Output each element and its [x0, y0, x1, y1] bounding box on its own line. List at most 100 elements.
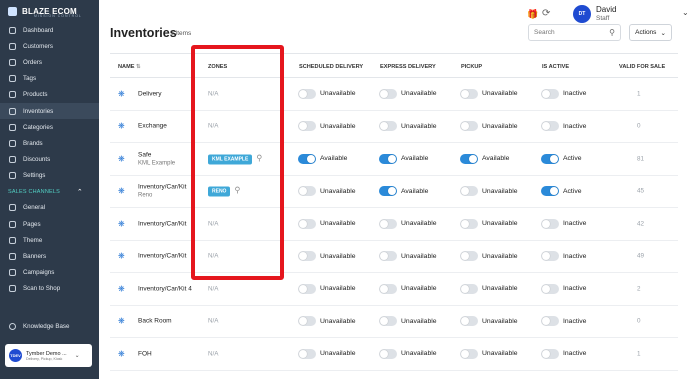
toggle-switch[interactable] — [298, 218, 316, 229]
sidebar-item-orders[interactable]: Orders — [0, 54, 99, 70]
express-delivery-toggle[interactable]: Unavailable — [379, 218, 437, 229]
toggle-switch[interactable] — [541, 121, 559, 132]
toggle-switch[interactable] — [460, 283, 478, 294]
pickup-toggle[interactable]: Unavailable — [460, 251, 518, 262]
inventory-name-cell[interactable]: Exchange — [138, 123, 167, 130]
sidebar-item-categories[interactable]: Categories — [0, 119, 99, 135]
toggle-switch[interactable] — [379, 88, 397, 99]
table-row[interactable]: ❋ Back Room N/A Unavailable Unavailable Unava… — [110, 306, 678, 338]
express-delivery-toggle[interactable]: Unavailable — [379, 348, 437, 359]
chevron-down-icon[interactable]: ⌄ — [682, 8, 688, 17]
search-input[interactable] — [534, 29, 604, 36]
is-active-toggle[interactable]: Inactive — [541, 218, 586, 229]
express-delivery-toggle[interactable]: Unavailable — [379, 251, 437, 262]
search-icon[interactable]: ⚲ — [609, 28, 615, 37]
scheduled-delivery-toggle[interactable]: Unavailable — [298, 121, 356, 132]
sales-channels-header[interactable]: SALES CHANNELS ⌃ — [0, 184, 99, 200]
inventory-name[interactable]: Inventory/Car/Kit — [138, 220, 186, 227]
is-active-toggle[interactable]: Inactive — [541, 348, 586, 359]
brand[interactable]: BLAZE ECOM MISSION CONTROL — [0, 0, 99, 22]
sidebar-item-general[interactable]: General — [0, 200, 99, 216]
express-delivery-toggle[interactable]: Unavailable — [379, 316, 437, 327]
org-switcher[interactable]: TDEV Tymber Demo ... Delivery, Pickup, K… — [5, 344, 92, 367]
actions-button[interactable]: Actions ⌄ — [629, 24, 672, 41]
toggle-switch[interactable] — [379, 348, 397, 359]
inventory-name[interactable]: Inventory/Car/Kit — [138, 184, 186, 191]
toggle-switch[interactable] — [460, 218, 478, 229]
toggle-switch[interactable] — [298, 251, 316, 262]
toggle-switch[interactable] — [460, 186, 478, 197]
toggle-switch[interactable] — [298, 88, 316, 99]
toggle-switch[interactable] — [541, 316, 559, 327]
is-active-toggle[interactable]: Inactive — [541, 251, 586, 262]
sidebar-item-customers[interactable]: Customers — [0, 38, 99, 54]
sidebar-item-inventories[interactable]: Inventories — [0, 102, 99, 120]
toggle-switch[interactable] — [298, 153, 316, 164]
scheduled-delivery-toggle[interactable]: Unavailable — [298, 88, 356, 99]
chevron-up-icon[interactable]: ⌃ — [77, 188, 83, 196]
toggle-switch[interactable] — [541, 348, 559, 359]
inventory-name-cell[interactable]: Inventory/Car/Kit — [138, 220, 186, 227]
inventory-name[interactable]: FOH — [138, 350, 152, 357]
toggle-switch[interactable] — [298, 186, 316, 197]
toggle-switch[interactable] — [460, 153, 478, 164]
is-active-toggle[interactable]: Inactive — [541, 283, 586, 294]
toggle-switch[interactable] — [379, 316, 397, 327]
scheduled-delivery-toggle[interactable]: Unavailable — [298, 316, 356, 327]
toggle-switch[interactable] — [460, 251, 478, 262]
sidebar-item-banners[interactable]: Banners — [0, 248, 99, 264]
express-delivery-toggle[interactable]: Unavailable — [379, 121, 437, 132]
sidebar-item-tags[interactable]: Tags — [0, 71, 99, 87]
scheduled-delivery-toggle[interactable]: Unavailable — [298, 283, 356, 294]
toggle-switch[interactable] — [298, 121, 316, 132]
is-active-toggle[interactable]: Inactive — [541, 316, 586, 327]
toggle-switch[interactable] — [541, 88, 559, 99]
user-name[interactable]: David — [596, 5, 616, 14]
toggle-switch[interactable] — [541, 251, 559, 262]
toggle-switch[interactable] — [460, 88, 478, 99]
toggle-switch[interactable] — [541, 186, 559, 197]
sidebar-item-discounts[interactable]: Discounts — [0, 152, 99, 168]
toggle-switch[interactable] — [298, 283, 316, 294]
toggle-switch[interactable] — [379, 283, 397, 294]
pickup-toggle[interactable]: Unavailable — [460, 348, 518, 359]
sidebar-item-dashboard[interactable]: Dashboard — [0, 22, 99, 38]
table-row[interactable]: ❋ FOH N/A Unavailable Unavailable Unavailable… — [110, 338, 678, 371]
is-active-toggle[interactable]: Inactive — [541, 121, 586, 132]
pickup-toggle[interactable]: Available — [460, 153, 509, 164]
scheduled-delivery-toggle[interactable]: Unavailable — [298, 186, 356, 197]
inventory-name[interactable]: Safe — [138, 151, 175, 158]
sort-icon[interactable]: ⇅ — [136, 64, 141, 70]
inventory-name[interactable]: Inventory/Car/Kit 4 — [138, 285, 192, 292]
sidebar-item-pages[interactable]: Pages — [0, 216, 99, 232]
sidebar-item-settings[interactable]: Settings — [0, 168, 99, 184]
express-delivery-toggle[interactable]: Unavailable — [379, 88, 437, 99]
toggle-switch[interactable] — [379, 186, 397, 197]
search-box[interactable]: ⚲ — [528, 24, 621, 41]
pickup-toggle[interactable]: Unavailable — [460, 283, 518, 294]
scheduled-delivery-toggle[interactable]: Unavailable — [298, 251, 356, 262]
inventory-name-cell[interactable]: FOH — [138, 350, 152, 357]
pickup-toggle[interactable]: Unavailable — [460, 186, 518, 197]
is-active-toggle[interactable]: Active — [541, 153, 582, 164]
scheduled-delivery-toggle[interactable]: Available — [298, 153, 347, 164]
inventory-name[interactable]: Exchange — [138, 123, 167, 130]
inventory-name[interactable]: Delivery — [138, 90, 161, 97]
inventory-name-cell[interactable]: Back Room — [138, 318, 172, 325]
express-delivery-toggle[interactable]: Unavailable — [379, 283, 437, 294]
toggle-switch[interactable] — [298, 316, 316, 327]
toggle-switch[interactable] — [379, 153, 397, 164]
toggle-switch[interactable] — [541, 218, 559, 229]
pickup-toggle[interactable]: Unavailable — [460, 218, 518, 229]
inventory-name[interactable]: Inventory/Car/Kit — [138, 253, 186, 260]
toggle-switch[interactable] — [541, 283, 559, 294]
refresh-icon[interactable]: ⟳ — [542, 8, 550, 19]
toggle-switch[interactable] — [298, 348, 316, 359]
express-delivery-toggle[interactable]: Available — [379, 153, 428, 164]
sidebar-item-knowledge-base[interactable]: Knowledge Base — [0, 318, 99, 334]
sidebar-item-brands[interactable]: Brands — [0, 135, 99, 151]
sidebar-item-campaigns[interactable]: Campaigns — [0, 265, 99, 281]
inventory-name-cell[interactable]: Safe KML Example — [138, 151, 175, 166]
toggle-switch[interactable] — [379, 251, 397, 262]
inventory-name-cell[interactable]: Inventory/Car/Kit — [138, 253, 186, 260]
